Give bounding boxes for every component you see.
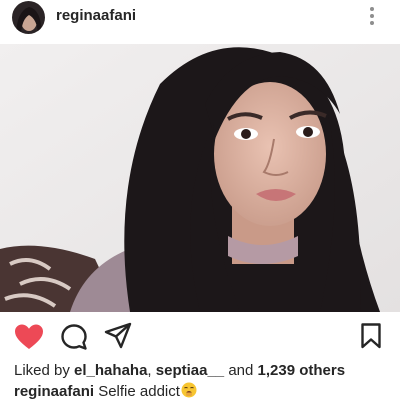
caption-text: Selfie addict xyxy=(94,383,180,400)
comment-icon[interactable] xyxy=(60,323,88,351)
caption-username-link[interactable]: reginaafani xyxy=(14,383,94,400)
direct-share-icon[interactable] xyxy=(104,322,132,350)
post-actions-bar xyxy=(0,312,400,358)
likes-separator: , xyxy=(147,362,156,379)
liker-username-link[interactable]: el_hahaha xyxy=(74,362,147,379)
bookmark-icon[interactable] xyxy=(360,322,382,350)
heart-filled-icon[interactable] xyxy=(14,323,44,351)
yawning-face-emoji-icon xyxy=(181,382,197,398)
post-caption: reginaafani Selfie addict xyxy=(14,382,197,400)
liker-username-link[interactable]: septiaa__ xyxy=(156,362,224,379)
likes-and: and xyxy=(224,362,258,379)
likes-others-link[interactable]: 1,239 others xyxy=(258,362,346,379)
post-username[interactable]: reginaafani xyxy=(56,6,136,26)
post-photo[interactable] xyxy=(0,44,400,312)
post-header: reginaafani xyxy=(0,0,400,44)
profile-avatar-icon[interactable] xyxy=(12,1,45,34)
likes-summary: Liked by el_hahaha, septiaa__ and 1,239 … xyxy=(14,361,345,381)
more-vertical-icon[interactable] xyxy=(364,4,380,28)
likes-prefix: Liked by xyxy=(14,362,75,379)
